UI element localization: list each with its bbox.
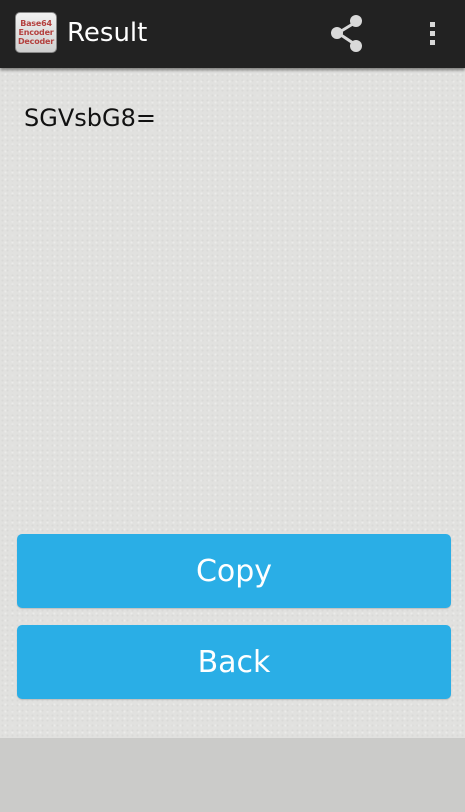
share-button[interactable] bbox=[326, 12, 370, 56]
overflow-menu-button[interactable] bbox=[416, 12, 450, 56]
app-icon-line-1: Base64 bbox=[20, 19, 52, 28]
bottom-bar bbox=[0, 738, 465, 812]
copy-button[interactable]: Copy bbox=[17, 534, 451, 608]
app-icon[interactable]: Base64 Encoder Decoder bbox=[15, 12, 57, 53]
overflow-menu-icon bbox=[430, 22, 435, 45]
action-bar: Base64 Encoder Decoder Result bbox=[0, 0, 465, 68]
share-icon bbox=[331, 15, 362, 52]
app-icon-line-3: Decoder bbox=[17, 37, 54, 46]
page-title: Result bbox=[67, 18, 148, 48]
result-text: SGVsbG8= bbox=[24, 104, 156, 132]
content-area: SGVsbG8= Copy Back bbox=[0, 68, 465, 738]
back-button[interactable]: Back bbox=[17, 625, 451, 699]
app-icon-line-2: Encoder bbox=[18, 28, 54, 37]
